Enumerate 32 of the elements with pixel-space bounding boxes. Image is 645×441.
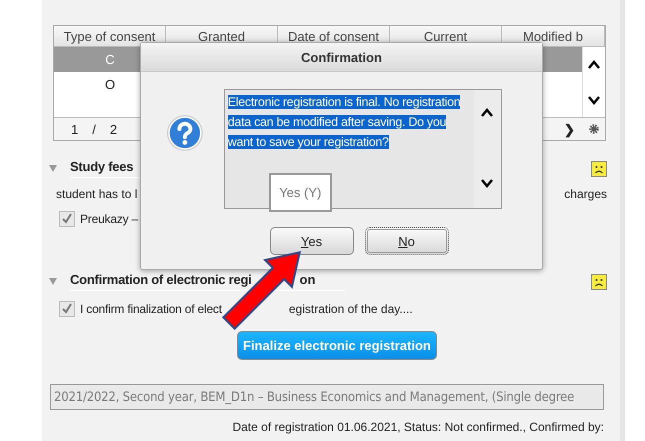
section-title: Study fees (70, 159, 134, 174)
section-title: Confirmation of electronic regi (70, 272, 252, 287)
sad-face-icon (591, 274, 607, 290)
checkbox[interactable] (59, 301, 75, 317)
checkbox-label: egistration of the day.... (288, 302, 413, 316)
scroll-down-icon[interactable] (587, 94, 601, 104)
fee-text: charges (564, 187, 607, 201)
next-page-button[interactable]: ❯ (564, 122, 575, 136)
page-number: 1 (71, 122, 78, 136)
status-text: Date of registration 01.06.2021, Status: Not confirmed., Confirmed by: (232, 420, 604, 434)
registration-field[interactable]: 2021/2022, Second year, BEM_D1n – Business Economics and Management, (Single degree (50, 384, 604, 410)
checkbox[interactable] (59, 211, 75, 227)
dialog-title: Confirmation (301, 50, 382, 64)
yes-button[interactable]: Yes (270, 227, 354, 255)
scroll-up-icon[interactable] (587, 60, 601, 70)
fee-text: student has to l (56, 187, 138, 201)
checkbox-label: I confirm finalization of elect (80, 302, 222, 316)
scroll-up-icon[interactable] (480, 108, 494, 118)
no-button[interactable]: No (364, 227, 448, 255)
page-separator: / (92, 122, 96, 136)
collapse-triangle-icon[interactable] (49, 165, 57, 172)
question-icon (166, 114, 204, 152)
gear-icon[interactable] (589, 124, 599, 134)
tooltip: Yes (Y) (268, 173, 332, 212)
sad-face-icon (591, 160, 607, 176)
scroll-down-icon[interactable] (480, 178, 494, 188)
collapse-triangle-icon[interactable] (49, 278, 57, 285)
page-total: 2 (110, 122, 118, 136)
section-title: on (300, 272, 316, 287)
table-cell-text: C (104, 52, 116, 67)
checkbox-label: Preukazy – (80, 212, 138, 226)
table-cell-text: O (104, 77, 116, 92)
